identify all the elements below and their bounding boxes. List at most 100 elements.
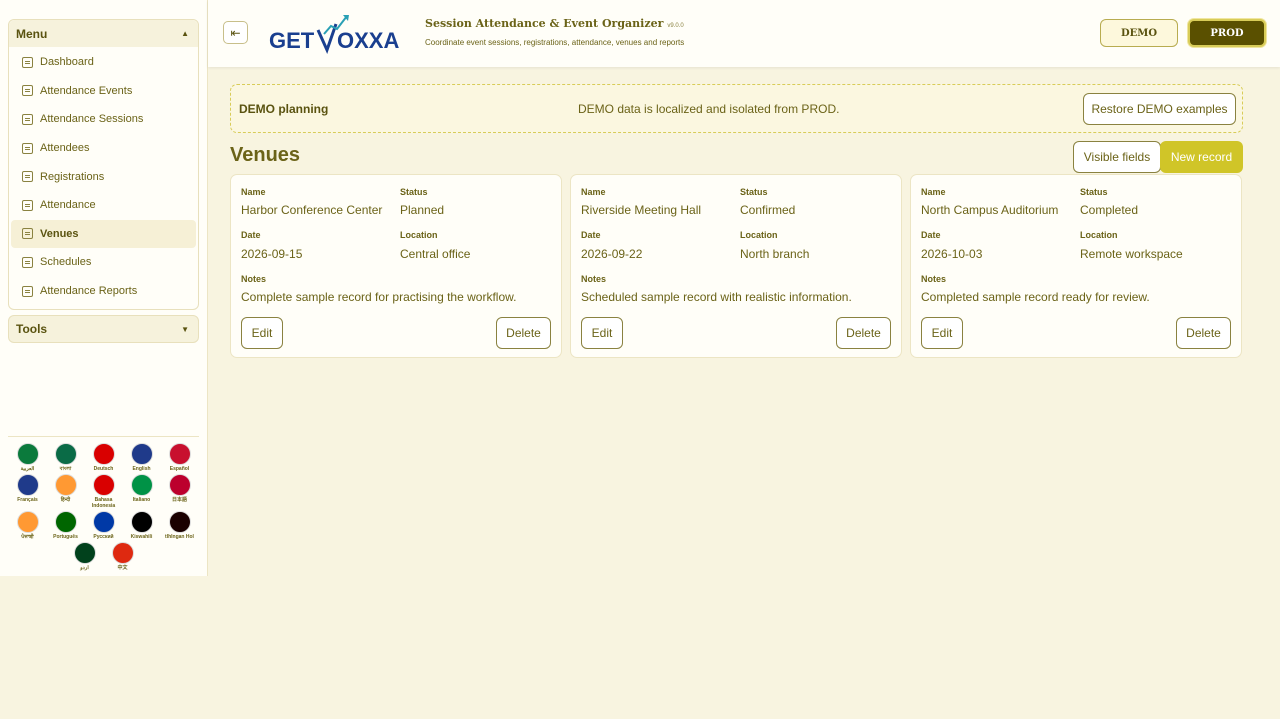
logo-text-right: OXXA (337, 28, 399, 53)
demo-banner: DEMO planning DEMO data is localized and… (230, 84, 1243, 133)
punjab-flag-icon (16, 511, 39, 533)
kenya-flag-icon (130, 511, 153, 533)
sidebar-item-label: Attendance (40, 199, 96, 212)
status-label: Status (740, 187, 768, 197)
uk-flag-icon (130, 443, 153, 465)
sidebar-item-label: Attendance Reports (40, 285, 138, 298)
status-value: Planned (400, 203, 445, 217)
language-option[interactable]: ਪੰਜਾਬੀ (9, 511, 47, 540)
pakistan-flag-icon (73, 542, 96, 564)
language-option[interactable]: tlhIngan Hol (161, 511, 199, 540)
language-name: Português (53, 534, 78, 540)
list-icon (22, 142, 33, 154)
status-label: Status (1080, 187, 1108, 197)
date-value: 2026-09-22 (581, 247, 643, 261)
language-option[interactable]: Bahasa Indonesia (85, 474, 123, 509)
language-name: 中文 (117, 565, 128, 571)
russia-flag-icon (92, 511, 115, 533)
language-option[interactable]: اردو (66, 542, 104, 571)
date-label: Date (241, 230, 261, 240)
app-subtitle: Coordinate event sessions, registrations… (425, 38, 685, 47)
date-label: Date (921, 230, 941, 240)
list-icon (22, 171, 33, 183)
edit-button[interactable]: Edit (581, 317, 623, 349)
tools-header[interactable]: Tools ▼ (8, 315, 199, 343)
language-option[interactable]: Italiano (123, 474, 161, 509)
language-option[interactable]: العربية (9, 443, 47, 472)
menu-header[interactable]: Menu ▲ (9, 20, 198, 47)
language-option[interactable]: বাংলা (47, 443, 85, 472)
language-option[interactable]: Kiswahili (123, 511, 161, 540)
sidebar-item[interactable]: Schedules (11, 248, 196, 277)
name-value: Harbor Conference Center (241, 203, 383, 217)
menu-panel: Menu ▲ Dashboard Attendance Events Attenda… (8, 19, 199, 310)
language-option[interactable]: Español (161, 443, 199, 472)
delete-button[interactable]: Delete (1176, 317, 1231, 349)
restore-demo-button[interactable]: Restore DEMO examples (1083, 93, 1236, 125)
name-label: Name (921, 187, 946, 197)
notes-label: Notes (241, 274, 267, 284)
sidebar: Menu ▲ Dashboard Attendance Events Attenda… (0, 0, 208, 576)
language-row: ਪੰਜਾਬੀ Português Русский Kiswahili tlhIngan … (8, 511, 199, 540)
menu-collapse-icon: ⇤ (230, 25, 241, 40)
sidebar-item[interactable]: Attendance (11, 191, 196, 220)
notes-value: Complete sample record for practising th… (241, 290, 517, 304)
prod-env-button[interactable]: PROD (1188, 19, 1266, 47)
language-row: اردو 中文 (8, 542, 199, 571)
edit-button[interactable]: Edit (241, 317, 283, 349)
france-flag-icon (16, 474, 39, 496)
menu-title: Menu (16, 26, 48, 41)
banner-title: DEMO planning (239, 102, 329, 116)
sidebar-item[interactable]: Attendance Sessions (11, 105, 196, 134)
language-row: Français हिन्दी Bahasa Indonesia Italiano 日本… (8, 474, 199, 509)
language-option[interactable]: Deutsch (85, 443, 123, 472)
language-picker: العربية বাংলা Deutsch English Español Françai… (8, 436, 199, 573)
delete-button[interactable]: Delete (836, 317, 891, 349)
visible-fields-button[interactable]: Visible fields (1073, 141, 1161, 173)
language-name: Bahasa Indonesia (91, 497, 116, 509)
language-name: tlhIngan Hol (165, 534, 194, 540)
collapse-sidebar-button[interactable]: ⇤ (223, 21, 248, 44)
chevron-down-icon: ▼ (181, 324, 189, 334)
italy-flag-icon (130, 474, 153, 496)
list-icon (22, 199, 33, 211)
language-option[interactable]: English (123, 443, 161, 472)
new-record-button[interactable]: New record (1160, 141, 1243, 173)
indonesia-flag-icon (92, 474, 115, 496)
app-title-text: Session Attendance & Event Organizer (425, 17, 664, 30)
getvoxxa-logo[interactable]: GET OXXA (269, 12, 414, 56)
language-name: اردو (80, 565, 89, 571)
language-option[interactable]: 中文 (104, 542, 142, 571)
sidebar-item-label: Venues (40, 227, 79, 240)
sidebar-item-label: Registrations (40, 170, 105, 183)
sidebar-item[interactable]: Venues (11, 219, 196, 249)
venue-card: Name North Campus Auditorium Status Complet… (910, 174, 1242, 358)
logo-text-left: GET (269, 28, 315, 53)
app-title: Session Attendance & Event Organizer v9.0… (425, 17, 684, 30)
language-name: বাংলা (59, 466, 72, 472)
name-label: Name (241, 187, 266, 197)
sidebar-item[interactable]: Registrations (11, 162, 196, 191)
language-option[interactable]: Русский (85, 511, 123, 540)
language-option[interactable]: हिन्दी (47, 474, 85, 509)
delete-button[interactable]: Delete (496, 317, 551, 349)
status-label: Status (400, 187, 428, 197)
sidebar-item[interactable]: Attendance Events (11, 77, 196, 106)
language-name: Français (17, 497, 38, 503)
demo-env-button[interactable]: DEMO (1100, 19, 1178, 47)
list-icon (22, 256, 33, 268)
date-value: 2026-10-03 (921, 247, 983, 261)
edit-button[interactable]: Edit (921, 317, 963, 349)
sidebar-item[interactable]: Attendance Reports (11, 277, 196, 306)
language-option[interactable]: Português (47, 511, 85, 540)
language-option[interactable]: 日本語 (161, 474, 199, 509)
notes-label: Notes (581, 274, 607, 284)
tools-title: Tools (16, 322, 48, 336)
list-icon (22, 228, 33, 240)
sidebar-item[interactable]: Attendees (11, 134, 196, 163)
sidebar-item[interactable]: Dashboard (11, 48, 196, 77)
language-name: हिन्दी (60, 497, 71, 503)
list-icon (22, 56, 33, 68)
language-option[interactable]: Français (9, 474, 47, 509)
chevron-up-icon: ▲ (181, 29, 189, 38)
